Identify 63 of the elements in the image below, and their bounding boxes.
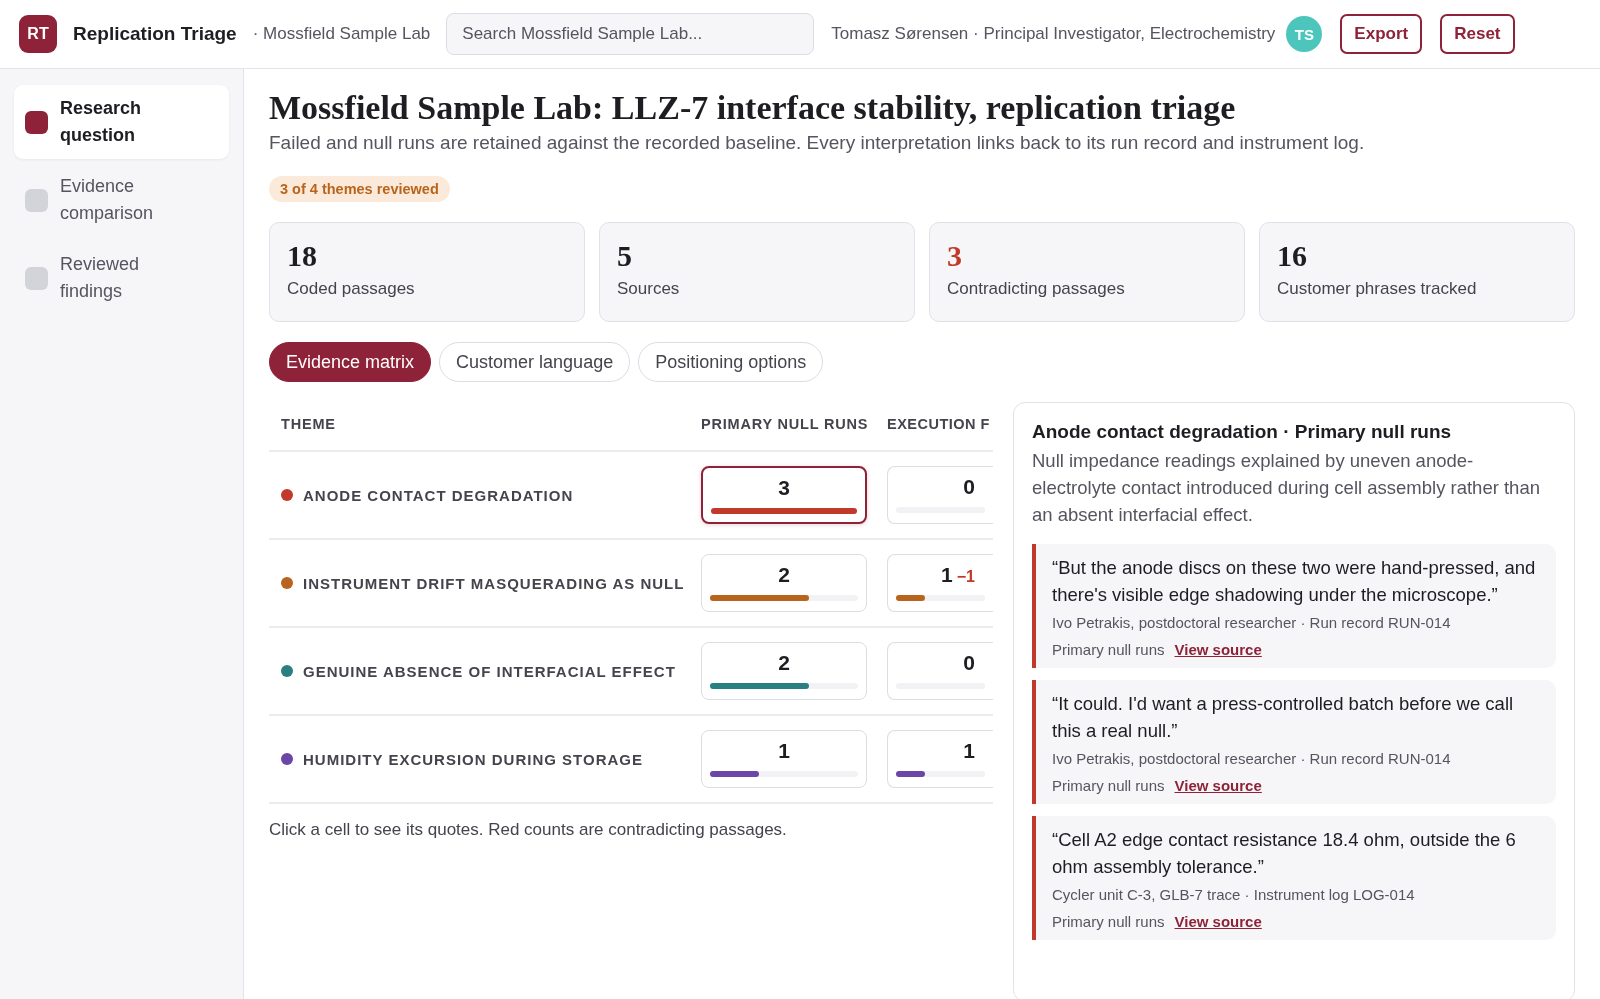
column-header: PRIMARY NULL RUNS xyxy=(701,416,870,433)
column-header: EXECUTION F xyxy=(887,416,990,433)
column-header: THEME xyxy=(280,416,337,433)
view-source-link[interactable]: View source xyxy=(1174,641,1262,659)
stat-value: 16 xyxy=(1277,239,1307,274)
app-title: Replication Triage xyxy=(73,23,237,45)
theme-name: INSTRUMENT DRIFT MASQUERADING AS NULL xyxy=(303,574,685,592)
user-name: Tomasz Sørensen · Principal Investigator, Electrochemistry xyxy=(831,24,1276,44)
sidebar-item[interactable]: Reviewed findings xyxy=(14,241,229,315)
count-value: 0 xyxy=(963,475,975,500)
workspace-name: · Mossfield Sample Lab xyxy=(252,24,431,44)
quote-source: Cycler unit C-3, GLB-7 trace · Instrument log LOG-014 xyxy=(1052,886,1416,904)
stat-label: Contradicting passages xyxy=(947,279,1125,300)
theme-name: HUMIDITY EXCURSION DURING STORAGE xyxy=(303,750,643,768)
matrix-cell[interactable]: 0 xyxy=(887,466,993,525)
tab[interactable]: Evidence matrix xyxy=(269,342,432,383)
app-logo: RT xyxy=(19,15,57,53)
matrix-cell[interactable]: 1 xyxy=(701,730,867,789)
view-source-link[interactable]: View source xyxy=(1174,777,1262,795)
matrix-cell[interactable]: 0 xyxy=(887,642,993,701)
sidebar-item[interactable]: Research question xyxy=(14,85,229,159)
quote-tag: Primary null runs xyxy=(1052,913,1165,931)
count-value: 3 xyxy=(778,476,790,501)
quote-tag: Primary null runs xyxy=(1052,641,1165,659)
matrix-cell[interactable]: 3 xyxy=(701,466,867,525)
detail-summary: Null impedance readings explained by uneven anode-electrolyte contact introduced during cell assembly rather than an absent interfacial effect. xyxy=(1032,449,1541,528)
search-field[interactable]: Search Mossfield Sample Lab... xyxy=(446,13,815,55)
detail-title: Anode contact degradation · Primary null runs xyxy=(1032,421,1453,444)
export-button[interactable]: Export xyxy=(1340,14,1423,54)
progress-badge: 3 of 4 themes reviewed xyxy=(269,176,450,203)
sidebar-item[interactable]: Evidence comparison xyxy=(14,163,229,237)
matrix-cell[interactable]: 1 −1 xyxy=(887,554,993,613)
tab[interactable]: Customer language xyxy=(439,342,631,383)
quote-text: “Cell A2 edge contact resistance 18.4 ohm, outside the 6 ohm assembly tolerance.” xyxy=(1052,828,1517,880)
count-value: 1 xyxy=(778,739,790,764)
stat-value: 3 xyxy=(947,239,962,274)
quote-text: “It could. I'd want a press-controlled batch before we call this a real null.” xyxy=(1052,692,1515,744)
quote-text: “But the anode discs on these two were hand-pressed, and there's visible edge shadowing under the microscope.” xyxy=(1052,556,1537,608)
matrix-cell[interactable]: 2 xyxy=(701,554,867,613)
count-value: 1 xyxy=(963,739,975,764)
quote-source: Ivo Petrakis, postdoctoral researcher · Run record RUN-014 xyxy=(1052,750,1452,768)
page-subtitle: Failed and null runs are retained against the recorded baseline. Every interpretation links back to its run record and instrument log. xyxy=(269,132,1365,155)
quote-source: Ivo Petrakis, postdoctoral researcher · Run record RUN-014 xyxy=(1052,614,1452,632)
theme-name: ANODE CONTACT DEGRADATION xyxy=(303,486,574,504)
view-source-link[interactable]: View source xyxy=(1174,913,1262,931)
count-value: 0 xyxy=(963,651,975,676)
contradiction-count: −1 xyxy=(956,568,975,587)
stat-value: 5 xyxy=(617,239,632,274)
theme-name: GENUINE ABSENCE OF INTERFACIAL EFFECT xyxy=(303,662,676,680)
page-title: Mossfield Sample Lab: LLZ-7 interface stability, replication triage xyxy=(269,89,1236,127)
stat-label: Customer phrases tracked xyxy=(1277,279,1477,300)
quote-tag: Primary null runs xyxy=(1052,777,1165,795)
table-footnote: Click a cell to see its quotes. Red counts are contradicting passages. xyxy=(269,820,788,841)
tab[interactable]: Positioning options xyxy=(638,342,824,383)
stat-label: Sources xyxy=(617,279,680,300)
count-value: 1 xyxy=(941,563,953,588)
matrix-cell[interactable]: 1 xyxy=(887,730,993,789)
reset-button[interactable]: Reset xyxy=(1440,14,1515,54)
count-value: 2 xyxy=(778,651,790,676)
matrix-cell[interactable]: 2 xyxy=(701,642,867,701)
stat-value: 18 xyxy=(287,239,317,274)
stat-label: Coded passages xyxy=(287,279,415,300)
count-value: 2 xyxy=(778,563,790,588)
